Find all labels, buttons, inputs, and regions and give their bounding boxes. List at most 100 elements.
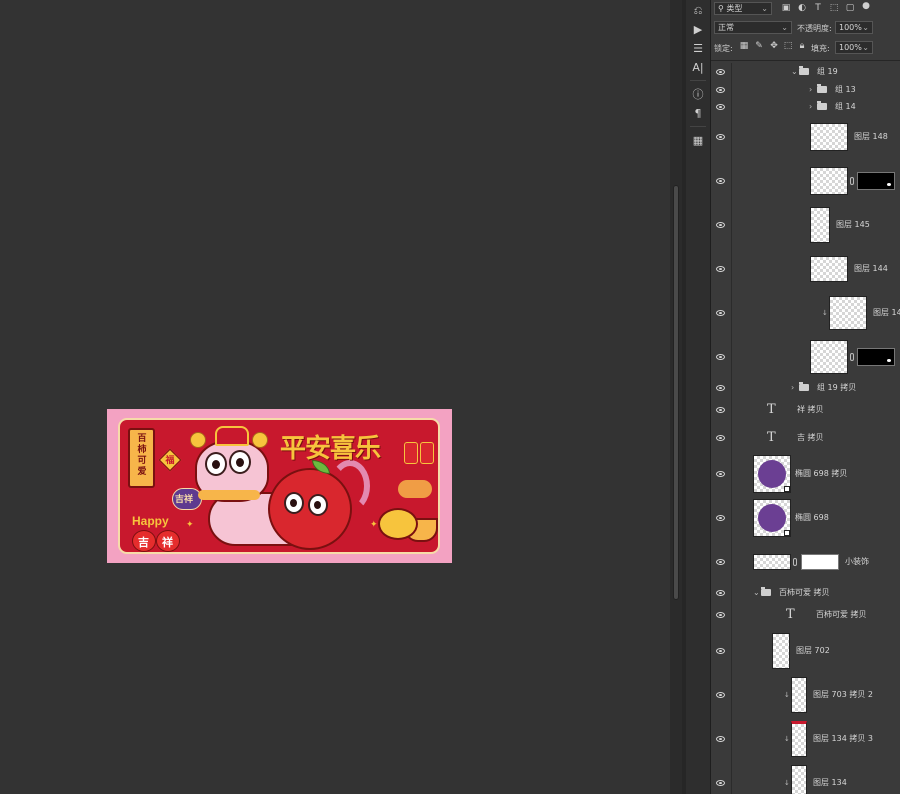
layer-row-702[interactable]: 图层 702 bbox=[711, 629, 900, 674]
ellipse-shape bbox=[758, 504, 786, 532]
chevron-down-icon[interactable]: ⌄ bbox=[791, 67, 798, 77]
artwork[interactable]: 百柿可爱 福 吉祥 Happy 吉 祥 平安喜乐 ✦ ✦ bbox=[107, 409, 452, 563]
layer-thumbnail bbox=[810, 167, 848, 195]
visibility-toggle[interactable] bbox=[711, 424, 732, 452]
layer-row-145[interactable]: 图层 145 bbox=[711, 203, 900, 248]
visibility-toggle[interactable] bbox=[711, 159, 732, 203]
layer-name: 组 13 bbox=[835, 84, 856, 94]
snake-eye-right bbox=[229, 450, 251, 474]
layer-name: 图层 148 bbox=[854, 132, 888, 141]
visibility-toggle[interactable] bbox=[711, 396, 732, 424]
layer-name: 祥 拷贝 bbox=[797, 405, 824, 414]
opacity-field[interactable]: 100% ⌄ bbox=[835, 21, 873, 34]
layer-row-masked[interactable] bbox=[711, 159, 900, 204]
eye-icon bbox=[716, 407, 725, 413]
layer-name: 图层 702 bbox=[796, 646, 830, 655]
visibility-toggle[interactable] bbox=[711, 81, 732, 98]
filter-toggle-icon[interactable]: ● bbox=[861, 1, 871, 11]
adjust-icon[interactable]: ☰ bbox=[686, 40, 710, 58]
filter-type-dropdown[interactable]: ⚲ 类型 ⌄ bbox=[714, 2, 772, 15]
visibility-toggle[interactable] bbox=[711, 629, 732, 673]
visibility-toggle[interactable] bbox=[711, 673, 732, 717]
visibility-toggle[interactable] bbox=[711, 379, 732, 396]
visibility-toggle[interactable] bbox=[711, 115, 732, 159]
shape-filter-icon[interactable]: ⬚ bbox=[829, 3, 839, 13]
type-filter-icon[interactable]: T bbox=[813, 3, 823, 13]
chevron-right-icon[interactable]: › bbox=[809, 85, 812, 95]
paragraph-icon[interactable]: ¶ bbox=[686, 105, 710, 123]
visibility-toggle[interactable] bbox=[711, 452, 732, 496]
layers-list: ⌄ 组 19 › 组 13 › 组 14 图层 148 图层 145 图层 14… bbox=[711, 63, 900, 794]
layer-row-ellipse-copy[interactable]: 椭圆 698 拷贝 bbox=[711, 452, 900, 497]
layer-row-text-xiang[interactable]: T 祥 拷贝 bbox=[711, 396, 900, 425]
visibility-toggle[interactable] bbox=[711, 203, 732, 247]
layer-row-group-baishi[interactable]: ⌄ 百柿可爱 拷贝 bbox=[711, 584, 900, 602]
visibility-toggle[interactable] bbox=[711, 247, 732, 291]
layer-row-group-19-copy[interactable]: › 组 19 拷贝 bbox=[711, 379, 900, 397]
link-icon[interactable] bbox=[850, 353, 854, 361]
character-icon[interactable]: A| bbox=[686, 59, 710, 77]
lock-transparent-icon[interactable]: ▦ bbox=[739, 41, 749, 51]
layer-name: 百柿可爱 拷贝 bbox=[816, 610, 867, 619]
layer-row-14[interactable]: ↓ 图层 14 bbox=[711, 291, 900, 336]
chevron-right-icon[interactable]: › bbox=[809, 102, 812, 112]
visibility-toggle[interactable] bbox=[711, 496, 732, 540]
layer-row-148[interactable]: 图层 148 bbox=[711, 115, 900, 160]
visibility-toggle[interactable] bbox=[711, 540, 732, 584]
canvas-area[interactable]: 百柿可爱 福 吉祥 Happy 吉 祥 平安喜乐 ✦ ✦ bbox=[0, 0, 670, 794]
visibility-toggle[interactable] bbox=[711, 761, 732, 794]
happy-text: Happy bbox=[132, 514, 169, 528]
link-icon[interactable] bbox=[850, 177, 854, 185]
layer-mask-thumbnail[interactable] bbox=[857, 172, 895, 190]
eye-icon bbox=[716, 222, 725, 228]
lock-brush-icon[interactable]: ✎ bbox=[754, 41, 764, 51]
pixel-filter-icon[interactable]: ▣ bbox=[781, 3, 791, 13]
visibility-toggle[interactable] bbox=[711, 717, 732, 761]
folder-icon bbox=[817, 83, 827, 93]
layer-mask-thumbnail[interactable] bbox=[857, 348, 895, 366]
lock-all-icon[interactable]: 🔒︎ bbox=[797, 41, 807, 51]
fill-field[interactable]: 100% ⌄ bbox=[835, 41, 873, 54]
layer-row-masked[interactable] bbox=[711, 335, 900, 380]
fill-label: 填充: bbox=[811, 44, 830, 53]
layer-row-ellipse[interactable]: 椭圆 698 bbox=[711, 496, 900, 541]
snake-scarf bbox=[198, 490, 260, 500]
layer-row-group-14[interactable]: › 组 14 bbox=[711, 98, 900, 116]
chevron-right-icon[interactable]: › bbox=[791, 383, 794, 393]
info-icon[interactable]: ⓘ bbox=[686, 86, 710, 104]
layer-thumbnail bbox=[810, 207, 830, 243]
layer-row-group-13[interactable]: › 组 13 bbox=[711, 81, 900, 99]
adjustment-filter-icon[interactable]: ◐ bbox=[797, 3, 807, 13]
smart-object-filter-icon[interactable]: ▢ bbox=[845, 3, 855, 13]
layer-row-134[interactable]: ↓ 图层 134 bbox=[711, 761, 900, 794]
lock-move-icon[interactable]: ✥ bbox=[769, 41, 779, 51]
eye-icon bbox=[716, 354, 725, 360]
layer-mask-thumbnail[interactable] bbox=[801, 554, 839, 570]
lock-artboard-icon[interactable]: ⬚ bbox=[783, 41, 793, 51]
layer-row-text-ji[interactable]: T 吉 拷贝 bbox=[711, 424, 900, 453]
layer-row-text-baishi[interactable]: T 百柿可爱 拷贝 bbox=[711, 601, 900, 630]
visibility-toggle[interactable] bbox=[711, 335, 732, 379]
snake-eye-left bbox=[205, 452, 227, 476]
eye-icon bbox=[716, 103, 725, 110]
library-icon[interactable]: ▦ bbox=[686, 132, 710, 150]
layer-row-703-copy-2[interactable]: ↓ 图层 703 拷贝 2 bbox=[711, 673, 900, 718]
visibility-toggle[interactable] bbox=[711, 601, 732, 629]
layer-row-group-19[interactable]: ⌄ 组 19 bbox=[711, 63, 900, 82]
layer-row-134-copy-3[interactable]: ↓ 图层 134 拷贝 3 bbox=[711, 717, 900, 762]
visibility-toggle[interactable] bbox=[711, 291, 732, 335]
visibility-toggle[interactable] bbox=[711, 98, 732, 115]
history-icon[interactable]: ⎌ bbox=[686, 2, 710, 20]
scrollbar-thumb[interactable] bbox=[673, 185, 679, 600]
visibility-toggle[interactable] bbox=[711, 584, 732, 601]
play-icon[interactable]: ▶ bbox=[686, 21, 710, 39]
cloud-decoration bbox=[398, 480, 432, 498]
chevron-down-icon[interactable]: ⌄ bbox=[753, 588, 760, 598]
canvas-scrollbar[interactable] bbox=[670, 0, 682, 794]
layer-name: 小装饰 bbox=[845, 557, 869, 566]
visibility-toggle[interactable] bbox=[711, 63, 732, 81]
layer-row-144[interactable]: 图层 144 bbox=[711, 247, 900, 292]
link-icon[interactable] bbox=[793, 558, 797, 566]
layer-row-decoration[interactable]: 小装饰 bbox=[711, 540, 900, 585]
blend-mode-dropdown[interactable]: 正常 ⌄ bbox=[714, 21, 792, 34]
